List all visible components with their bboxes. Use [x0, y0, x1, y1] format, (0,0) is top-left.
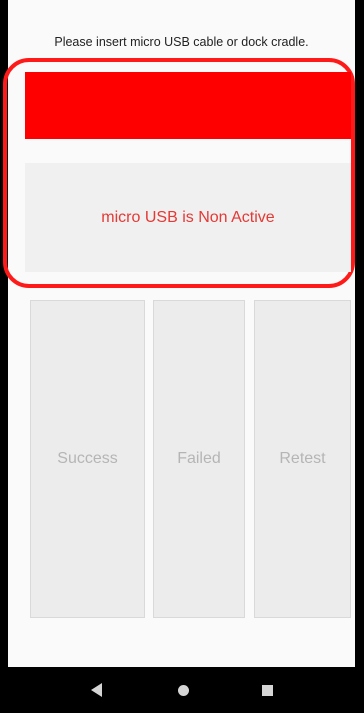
usb-status-message: micro USB is Non Active	[101, 208, 275, 226]
failed-button-label: Failed	[177, 450, 221, 467]
back-icon[interactable]	[91, 683, 102, 697]
usb-status-indicator	[25, 72, 351, 139]
recents-icon[interactable]	[262, 685, 273, 696]
usb-status-panel: micro USB is Non Active	[25, 163, 351, 272]
success-button[interactable]: Success	[30, 300, 145, 618]
home-icon[interactable]	[178, 685, 189, 696]
failed-button[interactable]: Failed	[153, 300, 245, 618]
instruction-text: Please insert micro USB cable or dock cr…	[54, 35, 309, 49]
retest-button-label: Retest	[279, 450, 326, 467]
system-navigation-bar	[0, 668, 364, 713]
retest-button[interactable]: Retest	[254, 300, 351, 618]
success-button-label: Success	[57, 450, 118, 467]
